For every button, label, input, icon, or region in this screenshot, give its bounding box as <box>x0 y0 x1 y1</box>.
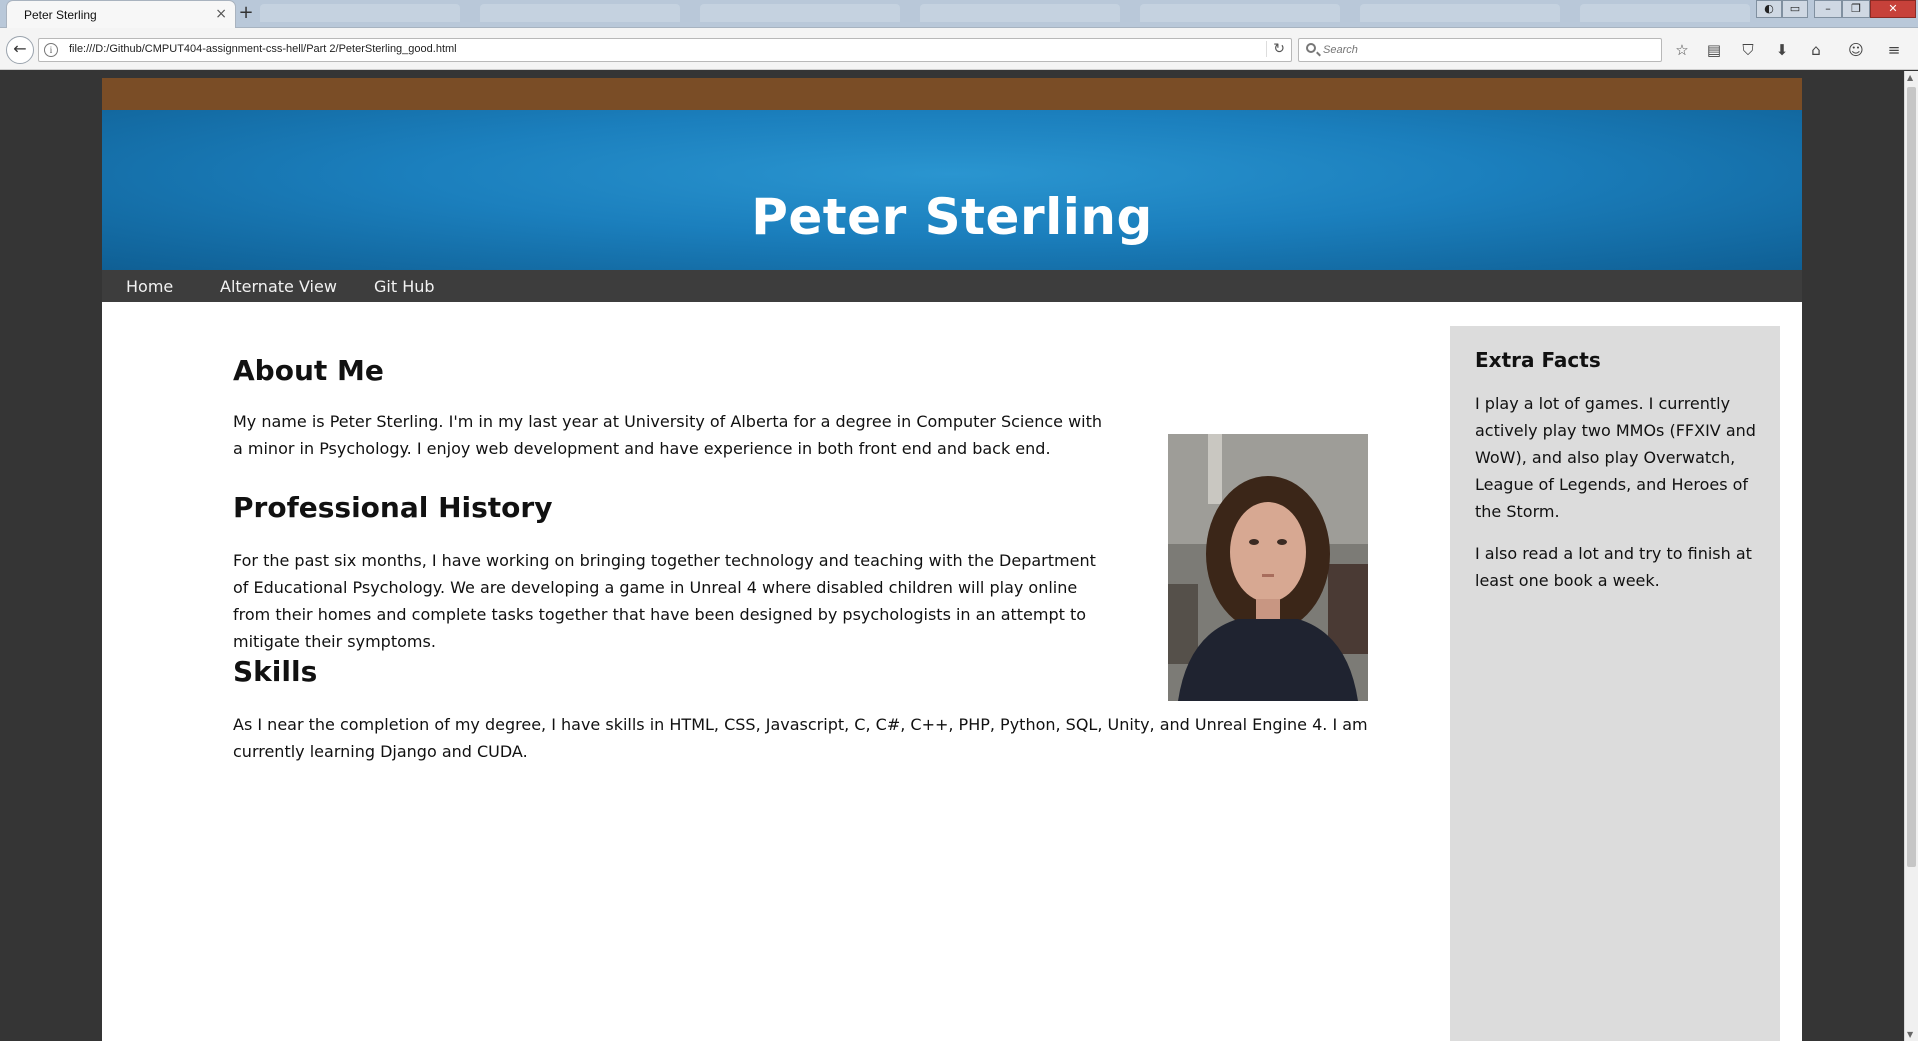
active-tab[interactable]: Peter Sterling × <box>6 0 236 29</box>
download-icon[interactable]: ⬇ <box>1772 40 1792 60</box>
background-tab[interactable] <box>480 4 680 22</box>
history-heading: Professional History <box>233 491 553 524</box>
pocket-icon[interactable]: ⛉ <box>1738 40 1758 60</box>
url-text[interactable]: file:///D:/Github/CMPUT404-assignment-cs… <box>69 43 457 55</box>
web-page: Peter Sterling Home Alternate View Git H… <box>102 78 1802 1041</box>
background-tab[interactable] <box>260 4 460 22</box>
menu-icon[interactable]: ≡ <box>1884 40 1904 60</box>
search-input[interactable] <box>1323 41 1653 59</box>
tab-strip: Peter Sterling × + ◐ ▭ – ❐ ✕ <box>0 0 1918 29</box>
back-button[interactable]: ← <box>6 36 34 64</box>
scroll-up-icon[interactable]: ▲ <box>1907 73 1913 82</box>
reading-list-icon[interactable]: ▤ <box>1704 40 1724 60</box>
home-icon[interactable]: ⌂ <box>1806 40 1826 60</box>
new-tab-button[interactable]: + <box>236 4 256 22</box>
bookmark-star-icon[interactable]: ☆ <box>1672 40 1692 60</box>
close-window-button[interactable]: ✕ <box>1870 0 1916 18</box>
sidebar-paragraph: I also read a lot and try to finish at l… <box>1475 544 1752 590</box>
site-nav: Home Alternate View Git Hub <box>102 270 1802 302</box>
profile-photo <box>1168 434 1368 701</box>
background-tab[interactable] <box>700 4 900 22</box>
search-icon <box>1306 43 1316 53</box>
sync-icon[interactable]: ▭ <box>1782 0 1808 18</box>
page-scrollbar[interactable]: ▲ ▼ <box>1904 71 1918 1041</box>
minimize-window-button[interactable]: – <box>1814 0 1842 18</box>
header-banner: Peter Sterling <box>102 110 1802 270</box>
address-bar[interactable]: i file:///D:/Github/CMPUT404-assignment-… <box>38 38 1292 62</box>
sidebar-extra-facts: Extra Facts I play a lot of games. I cur… <box>1450 326 1780 1041</box>
restore-window-button[interactable]: ❐ <box>1842 0 1870 18</box>
about-text: My name is Peter Sterling. I'm in my las… <box>233 412 1103 458</box>
skills-heading: Skills <box>233 655 318 688</box>
info-icon[interactable]: i <box>44 43 58 57</box>
site-title: Peter Sterling <box>751 188 1153 246</box>
tab-title: Peter Sterling <box>24 8 97 22</box>
background-tab[interactable] <box>1360 4 1560 22</box>
back-arrow-icon: ← <box>13 39 27 58</box>
nav-link-alternate-view[interactable]: Alternate View <box>220 277 337 296</box>
background-tab[interactable] <box>1580 4 1750 22</box>
header-accent-bar <box>102 78 1802 110</box>
history-text: For the past six months, I have working … <box>233 551 1096 651</box>
reload-icon[interactable]: ↻ <box>1266 41 1285 57</box>
sidebar-heading: Extra Facts <box>1475 348 1601 372</box>
nav-link-home[interactable]: Home <box>126 277 173 296</box>
sidebar-paragraph: I play a lot of games. I currently activ… <box>1475 394 1756 521</box>
scroll-thumb[interactable] <box>1907 87 1916 867</box>
close-tab-icon[interactable]: × <box>215 6 227 22</box>
tab-list-icon[interactable]: ◐ <box>1756 0 1782 18</box>
browser-toolbar: ← i file:///D:/Github/CMPUT404-assignmen… <box>0 28 1918 70</box>
chat-icon[interactable]: ☺ <box>1846 40 1866 60</box>
background-tab[interactable] <box>920 4 1120 22</box>
nav-link-github[interactable]: Git Hub <box>374 277 435 296</box>
background-tab[interactable] <box>1140 4 1340 22</box>
skills-text: As I near the completion of my degree, I… <box>233 715 1368 761</box>
search-bar[interactable] <box>1298 38 1662 62</box>
about-heading: About Me <box>233 354 384 387</box>
scroll-down-icon[interactable]: ▼ <box>1907 1030 1913 1039</box>
